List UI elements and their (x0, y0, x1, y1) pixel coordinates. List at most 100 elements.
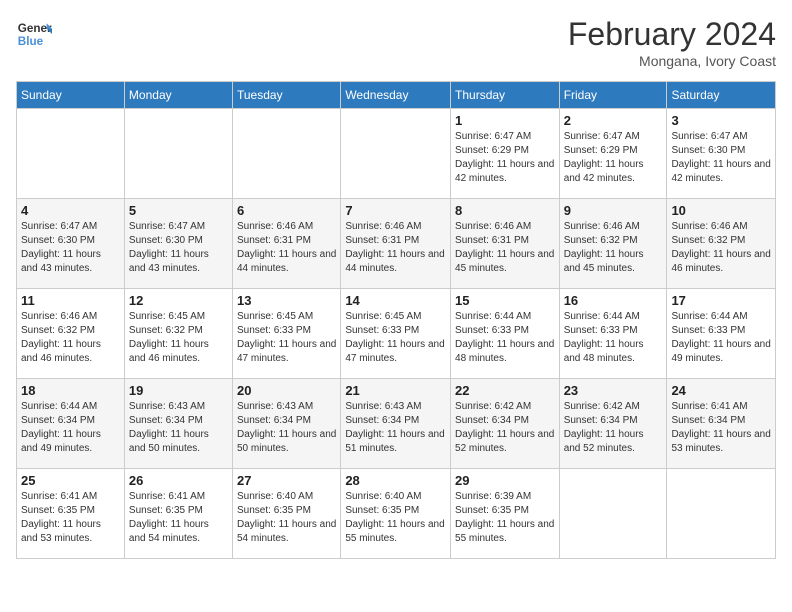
day-info: Sunrise: 6:46 AM Sunset: 6:32 PM Dayligh… (564, 220, 663, 276)
calendar-cell: 10 Sunrise: 6:46 AM Sunset: 6:32 PM Dayli… (667, 199, 776, 289)
day-number: 10 (671, 203, 771, 218)
title-block: February 2024 Mongana, Ivory Coast (568, 16, 776, 69)
day-info: Sunrise: 6:47 AM Sunset: 6:29 PM Dayligh… (564, 130, 663, 186)
day-info: Sunrise: 6:45 AM Sunset: 6:32 PM Dayligh… (129, 310, 228, 366)
calendar-cell: 22Sunrise: 6:42 AM Sunset: 6:34 PM Dayli… (451, 379, 560, 469)
day-number: 6 (237, 203, 336, 218)
day-header-thursday: Thursday (451, 82, 560, 109)
day-number: 28 (345, 473, 446, 488)
day-info: Sunrise: 6:44 AM Sunset: 6:33 PM Dayligh… (564, 310, 663, 366)
day-info: Sunrise: 6:46 AM Sunset: 6:31 PM Dayligh… (237, 220, 336, 276)
calendar-title: February 2024 (568, 16, 776, 53)
day-number: 26 (129, 473, 228, 488)
day-number: 15 (455, 293, 555, 308)
calendar-cell: 24 Sunrise: 6:41 AM Sunset: 6:34 PM Dayli… (667, 379, 776, 469)
calendar-cell: 28 Sunrise: 6:40 AM Sunset: 6:35 PM Dayli… (341, 469, 451, 559)
day-info: Sunrise: 6:41 AM Sunset: 6:35 PM Dayligh… (21, 490, 120, 546)
calendar-body: 1 Sunrise: 6:47 AM Sunset: 6:29 PM Daylig… (17, 109, 776, 559)
calendar-cell: 23 Sunrise: 6:42 AM Sunset: 6:34 PM Dayli… (559, 379, 667, 469)
logo: General Blue (16, 16, 52, 52)
calendar-week-5: 25 Sunrise: 6:41 AM Sunset: 6:35 PM Dayli… (17, 469, 776, 559)
calendar-cell: 19 Sunrise: 6:43 AM Sunset: 6:34 PM Dayli… (124, 379, 232, 469)
day-number: 4 (21, 203, 120, 218)
day-info: Sunrise: 6:47 AM Sunset: 6:30 PM Dayligh… (671, 130, 771, 186)
calendar-cell: 17Sunrise: 6:44 AM Sunset: 6:33 PM Dayli… (667, 289, 776, 379)
day-info: Sunrise: 6:41 AM Sunset: 6:35 PM Dayligh… (129, 490, 228, 546)
calendar-cell (17, 109, 125, 199)
calendar-cell: 13 Sunrise: 6:45 AM Sunset: 6:33 PM Dayli… (233, 289, 341, 379)
day-info: Sunrise: 6:43 AM Sunset: 6:34 PM Dayligh… (237, 400, 336, 456)
day-number: 9 (564, 203, 663, 218)
day-info: Sunrise: 6:47 AM Sunset: 6:30 PM Dayligh… (21, 220, 120, 276)
day-info: Sunrise: 6:39 AM Sunset: 6:35 PM Dayligh… (455, 490, 555, 546)
calendar-cell (667, 469, 776, 559)
day-number: 5 (129, 203, 228, 218)
day-number: 14 (345, 293, 446, 308)
day-number: 1 (455, 113, 555, 128)
day-number: 23 (564, 383, 663, 398)
day-number: 20 (237, 383, 336, 398)
day-header-monday: Monday (124, 82, 232, 109)
calendar-cell: 18 Sunrise: 6:44 AM Sunset: 6:34 PM Dayli… (17, 379, 125, 469)
day-number: 29 (455, 473, 555, 488)
day-info: Sunrise: 6:46 AM Sunset: 6:32 PM Dayligh… (671, 220, 771, 276)
day-header-tuesday: Tuesday (233, 82, 341, 109)
day-info: Sunrise: 6:45 AM Sunset: 6:33 PM Dayligh… (237, 310, 336, 366)
day-number: 22 (455, 383, 555, 398)
calendar-week-3: 11 Sunrise: 6:46 AM Sunset: 6:32 PM Dayli… (17, 289, 776, 379)
calendar-table: SundayMondayTuesdayWednesdayThursdayFrid… (16, 81, 776, 559)
day-info: Sunrise: 6:40 AM Sunset: 6:35 PM Dayligh… (237, 490, 336, 546)
calendar-subtitle: Mongana, Ivory Coast (568, 53, 776, 69)
day-info: Sunrise: 6:43 AM Sunset: 6:34 PM Dayligh… (129, 400, 228, 456)
day-info: Sunrise: 6:45 AM Sunset: 6:33 PM Dayligh… (345, 310, 446, 366)
calendar-cell: 5 Sunrise: 6:47 AM Sunset: 6:30 PM Daylig… (124, 199, 232, 289)
day-number: 7 (345, 203, 446, 218)
day-number: 17 (671, 293, 771, 308)
day-number: 13 (237, 293, 336, 308)
calendar-cell: 25 Sunrise: 6:41 AM Sunset: 6:35 PM Dayli… (17, 469, 125, 559)
logo-icon: General Blue (16, 16, 52, 52)
calendar-cell (341, 109, 451, 199)
calendar-cell: 29 Sunrise: 6:39 AM Sunset: 6:35 PM Dayli… (451, 469, 560, 559)
day-header-saturday: Saturday (667, 82, 776, 109)
calendar-cell: 11 Sunrise: 6:46 AM Sunset: 6:32 PM Dayli… (17, 289, 125, 379)
day-number: 24 (671, 383, 771, 398)
day-header-wednesday: Wednesday (341, 82, 451, 109)
calendar-cell: 9 Sunrise: 6:46 AM Sunset: 6:32 PM Daylig… (559, 199, 667, 289)
calendar-week-1: 1 Sunrise: 6:47 AM Sunset: 6:29 PM Daylig… (17, 109, 776, 199)
day-header-sunday: Sunday (17, 82, 125, 109)
calendar-cell: 27 Sunrise: 6:40 AM Sunset: 6:35 PM Dayli… (233, 469, 341, 559)
calendar-week-4: 18 Sunrise: 6:44 AM Sunset: 6:34 PM Dayli… (17, 379, 776, 469)
day-info: Sunrise: 6:46 AM Sunset: 6:31 PM Dayligh… (455, 220, 555, 276)
day-info: Sunrise: 6:41 AM Sunset: 6:34 PM Dayligh… (671, 400, 771, 456)
day-info: Sunrise: 6:44 AM Sunset: 6:34 PM Dayligh… (21, 400, 120, 456)
calendar-cell: 14 Sunrise: 6:45 AM Sunset: 6:33 PM Dayli… (341, 289, 451, 379)
day-header-friday: Friday (559, 82, 667, 109)
calendar-cell: 6 Sunrise: 6:46 AM Sunset: 6:31 PM Daylig… (233, 199, 341, 289)
day-number: 3 (671, 113, 771, 128)
calendar-week-2: 4 Sunrise: 6:47 AM Sunset: 6:30 PM Daylig… (17, 199, 776, 289)
day-info: Sunrise: 6:47 AM Sunset: 6:30 PM Dayligh… (129, 220, 228, 276)
calendar-cell: 2Sunrise: 6:47 AM Sunset: 6:29 PM Daylig… (559, 109, 667, 199)
svg-text:Blue: Blue (18, 35, 44, 48)
calendar-cell: 16 Sunrise: 6:44 AM Sunset: 6:33 PM Dayli… (559, 289, 667, 379)
day-number: 27 (237, 473, 336, 488)
day-info: Sunrise: 6:46 AM Sunset: 6:32 PM Dayligh… (21, 310, 120, 366)
day-number: 18 (21, 383, 120, 398)
calendar-cell: 8Sunrise: 6:46 AM Sunset: 6:31 PM Daylig… (451, 199, 560, 289)
calendar-cell: 3 Sunrise: 6:47 AM Sunset: 6:30 PM Daylig… (667, 109, 776, 199)
calendar-header-row: SundayMondayTuesdayWednesdayThursdayFrid… (17, 82, 776, 109)
calendar-cell (233, 109, 341, 199)
day-info: Sunrise: 6:42 AM Sunset: 6:34 PM Dayligh… (564, 400, 663, 456)
day-info: Sunrise: 6:46 AM Sunset: 6:31 PM Dayligh… (345, 220, 446, 276)
day-number: 19 (129, 383, 228, 398)
day-info: Sunrise: 6:40 AM Sunset: 6:35 PM Dayligh… (345, 490, 446, 546)
calendar-cell: 7 Sunrise: 6:46 AM Sunset: 6:31 PM Daylig… (341, 199, 451, 289)
calendar-cell: 1Sunrise: 6:47 AM Sunset: 6:29 PM Daylig… (451, 109, 560, 199)
day-number: 12 (129, 293, 228, 308)
day-number: 16 (564, 293, 663, 308)
calendar-cell: 21Sunrise: 6:43 AM Sunset: 6:34 PM Dayli… (341, 379, 451, 469)
day-number: 25 (21, 473, 120, 488)
day-number: 11 (21, 293, 120, 308)
day-info: Sunrise: 6:44 AM Sunset: 6:33 PM Dayligh… (455, 310, 555, 366)
